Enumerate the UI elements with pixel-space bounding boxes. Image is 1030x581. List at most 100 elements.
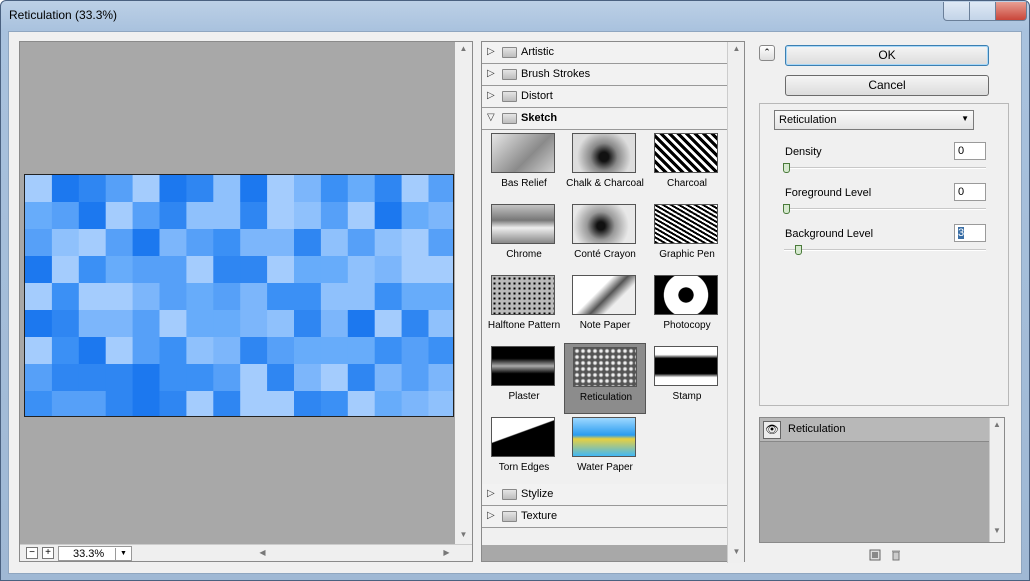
slider-thumb[interactable] xyxy=(783,163,790,173)
thumb-bas-relief[interactable]: Bas Relief xyxy=(483,130,565,201)
thumbnail-image xyxy=(654,133,718,173)
thumb-torn-edges[interactable]: Torn Edges xyxy=(483,414,565,485)
background-level-slider[interactable] xyxy=(784,245,986,255)
trash-icon[interactable] xyxy=(890,549,902,561)
thumb-label: Chrome xyxy=(506,249,542,260)
thumb-note-paper[interactable]: Note Paper xyxy=(564,272,646,343)
zoom-out-button[interactable]: − xyxy=(26,547,38,559)
mosaic-tile xyxy=(347,283,376,311)
category-sketch[interactable]: ▽ Sketch xyxy=(482,108,729,130)
category-label: Stylize xyxy=(521,488,554,500)
density-slider[interactable] xyxy=(783,163,986,173)
filter-select[interactable]: Reticulation ▼ xyxy=(774,110,974,130)
mosaic-tile xyxy=(267,337,295,365)
mosaic-tile xyxy=(267,175,295,203)
mosaic-tile xyxy=(374,364,403,392)
mosaic-tile xyxy=(51,310,80,338)
close-button[interactable] xyxy=(995,2,1027,21)
mosaic-tile xyxy=(213,364,241,392)
mosaic-tile xyxy=(240,391,268,416)
scroll-left-arrow-icon[interactable]: ◀ xyxy=(254,548,271,557)
layers-vertical-scrollbar[interactable]: ▲ ▼ xyxy=(989,418,1004,542)
scroll-right-arrow-icon[interactable]: ▶ xyxy=(438,548,455,557)
effect-layer-row[interactable]: 👁 Reticulation xyxy=(760,418,990,442)
mosaic-tile xyxy=(267,256,295,284)
category-stylize[interactable]: ▷ Stylize xyxy=(482,484,729,506)
thumb-chalk-charcoal[interactable]: Chalk & Charcoal xyxy=(564,130,646,201)
thumb-charcoal[interactable]: Charcoal xyxy=(646,130,728,201)
scroll-down-arrow-icon[interactable]: ▼ xyxy=(728,547,745,556)
expand-triangle-icon[interactable]: ▷ xyxy=(487,68,495,79)
effect-layer-name: Reticulation xyxy=(788,423,846,435)
cancel-button[interactable]: Cancel xyxy=(785,75,989,96)
mosaic-tile xyxy=(428,310,453,338)
collapse-triangle-icon[interactable]: ▽ xyxy=(487,112,495,123)
slider-thumb[interactable] xyxy=(794,245,802,255)
scroll-down-arrow-icon[interactable]: ▼ xyxy=(990,526,1004,535)
expand-triangle-icon[interactable]: ▷ xyxy=(487,510,495,521)
new-layer-icon[interactable] xyxy=(869,549,881,561)
mosaic-tile xyxy=(186,202,214,230)
foreground-level-slider[interactable] xyxy=(783,204,986,214)
thumb-conte-crayon[interactable]: Conté Crayon xyxy=(564,201,646,272)
zoom-in-button[interactable]: + xyxy=(42,547,54,559)
category-brush-strokes[interactable]: ▷ Brush Strokes xyxy=(482,64,729,86)
preview-image[interactable] xyxy=(24,174,454,417)
mosaic-tile xyxy=(159,256,187,284)
mosaic-tile xyxy=(320,202,349,230)
thumbnail-image xyxy=(491,417,555,457)
density-input[interactable]: 0 xyxy=(954,142,986,160)
dialog-client-area: ▲ ▼ − + 33.3% ▼ ◀ ▶ ▷ Artistic ▷ Brush S… xyxy=(8,31,1022,574)
thumb-water-paper[interactable]: Water Paper xyxy=(564,414,646,485)
mosaic-tile xyxy=(132,202,160,230)
double-chevron-up-icon[interactable]: ⌃ xyxy=(759,45,775,61)
expand-triangle-icon[interactable]: ▷ xyxy=(487,488,495,499)
mosaic-tile xyxy=(105,283,134,311)
scroll-up-arrow-icon[interactable]: ▲ xyxy=(455,44,472,53)
ok-button[interactable]: OK xyxy=(785,45,989,66)
thumb-label: Conté Crayon xyxy=(574,249,636,260)
maximize-button[interactable] xyxy=(969,2,996,21)
folder-icon xyxy=(502,511,517,522)
thumb-halftone-pattern[interactable]: Halftone Pattern xyxy=(483,272,565,343)
chevron-down-icon[interactable]: ▼ xyxy=(115,548,131,560)
gallery-vertical-scrollbar[interactable]: ▲ ▼ xyxy=(727,42,744,563)
thumb-photocopy[interactable]: Photocopy xyxy=(646,272,728,343)
foreground-level-input[interactable]: 0 xyxy=(954,183,986,201)
effect-layers-panel: 👁 Reticulation ▲ ▼ xyxy=(759,417,1005,543)
thumb-graphic-pen[interactable]: Graphic Pen xyxy=(646,201,728,272)
mosaic-tile xyxy=(401,175,429,203)
mosaic-tile xyxy=(213,202,241,230)
mosaic-tile xyxy=(294,202,322,230)
mosaic-tile xyxy=(186,391,214,416)
mosaic-tile xyxy=(105,391,134,416)
mosaic-tile xyxy=(240,283,268,311)
preview-vertical-scrollbar[interactable]: ▲ ▼ xyxy=(455,42,472,545)
mosaic-tile xyxy=(240,202,268,230)
mosaic-tile xyxy=(132,283,160,311)
mosaic-tile xyxy=(267,283,295,311)
mosaic-tile xyxy=(132,310,160,338)
thumb-plaster[interactable]: Plaster xyxy=(483,343,565,414)
eye-icon[interactable]: 👁 xyxy=(763,421,781,439)
scroll-up-arrow-icon[interactable]: ▲ xyxy=(990,420,1004,429)
slider-thumb[interactable] xyxy=(783,204,790,214)
category-texture[interactable]: ▷ Texture xyxy=(482,506,729,528)
mosaic-tile xyxy=(294,229,322,257)
thumb-chrome[interactable]: Chrome xyxy=(483,201,565,272)
zoom-select[interactable]: 33.3% ▼ xyxy=(58,546,132,561)
expand-triangle-icon[interactable]: ▷ xyxy=(487,46,495,57)
category-artistic[interactable]: ▷ Artistic xyxy=(482,42,729,64)
thumb-stamp[interactable]: Stamp xyxy=(646,343,728,414)
folder-icon xyxy=(502,47,517,58)
scroll-up-arrow-icon[interactable]: ▲ xyxy=(728,44,745,53)
background-level-input[interactable]: 3 xyxy=(954,224,986,242)
thumb-label: Stamp xyxy=(672,391,702,402)
density-value: 0 xyxy=(958,145,965,157)
category-distort[interactable]: ▷ Distort xyxy=(482,86,729,108)
thumbnail-image xyxy=(654,346,718,386)
expand-triangle-icon[interactable]: ▷ xyxy=(487,90,495,101)
minimize-button[interactable] xyxy=(943,2,970,21)
thumb-reticulation[interactable]: Reticulation xyxy=(564,343,646,414)
scroll-down-arrow-icon[interactable]: ▼ xyxy=(455,530,472,539)
